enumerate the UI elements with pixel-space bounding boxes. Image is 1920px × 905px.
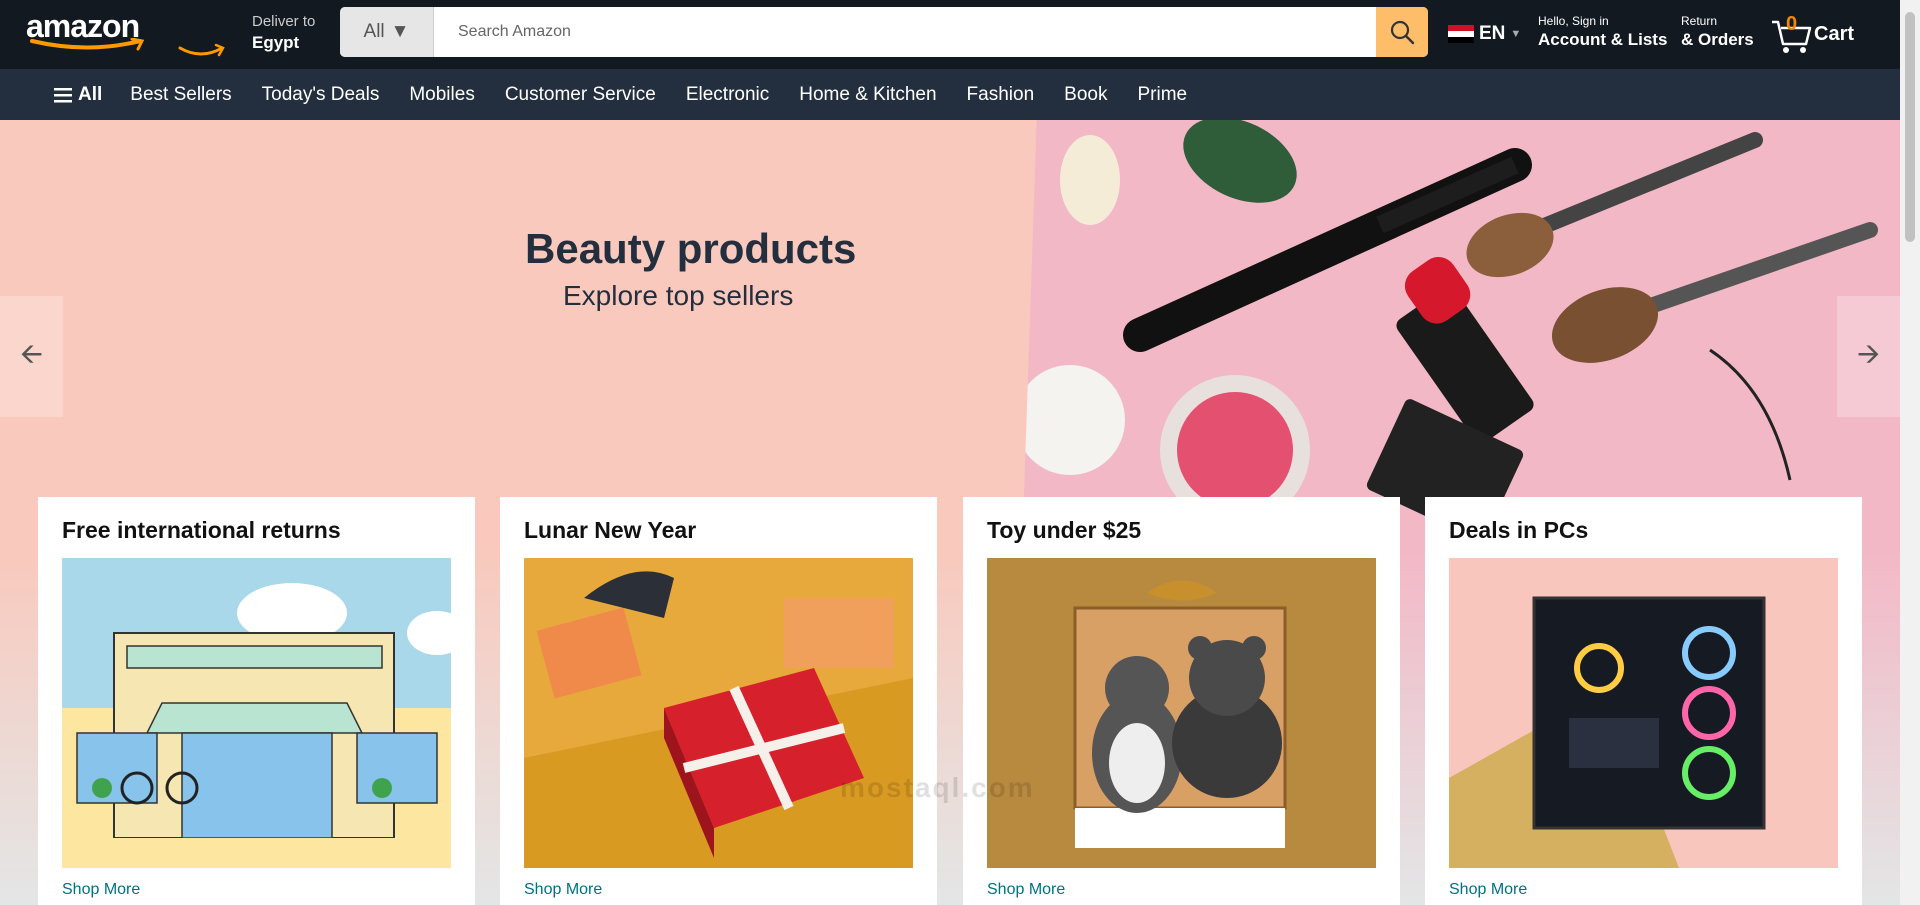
caret-down-icon: ▼ (390, 21, 410, 42)
hamburger-icon (54, 87, 72, 102)
search-bar: All ▼ (340, 7, 1428, 57)
card-title: Free international returns (62, 517, 341, 543)
storefront-image[interactable] (62, 558, 451, 868)
card-title: Deals in PCs (1449, 517, 1589, 543)
shop-more-link[interactable]: Shop More (1449, 881, 1527, 899)
card-deals-pcs: Deals in PCs Shop More (1425, 497, 1862, 905)
cart-count: 0 (1786, 13, 1798, 35)
shop-more-link[interactable]: Shop More (987, 881, 1065, 899)
shop-more-link[interactable]: Shop More (524, 881, 602, 899)
search-input[interactable] (434, 7, 1368, 57)
orders-label: & Orders (1681, 30, 1754, 49)
nav-electronic[interactable]: Electronic (686, 84, 769, 106)
nav-mobiles[interactable]: Mobiles (409, 84, 474, 106)
hero-subtitle: Explore top sellers (563, 280, 794, 311)
top-nav: amazon Deliver to Egypt All ▼ EN (0, 0, 1920, 69)
search-button[interactable] (1376, 7, 1428, 57)
gaming-pc-illustration (1449, 558, 1838, 868)
card-lunar-new-year: Lunar New Year Shop More (500, 497, 937, 905)
cosmetics-illustration (1015, 120, 1878, 541)
search-category-select[interactable]: All ▼ (340, 7, 434, 57)
page-scrollbar[interactable] (1900, 0, 1920, 905)
nav-book[interactable]: Book (1064, 84, 1107, 106)
storefront-illustration (62, 558, 451, 868)
nav-customer-service[interactable]: Customer Service (505, 84, 656, 106)
sub-nav: All Best Sellers Today's Deals Mobiles C… (0, 69, 1920, 120)
account-lists[interactable]: Hello, Sign in Account & Lists (1538, 14, 1667, 50)
cart-button[interactable]: 0 Cart (1770, 10, 1860, 56)
arrow-right-icon: 🡪 (1857, 337, 1880, 369)
card-title: Lunar New Year (524, 517, 697, 543)
scrollbar-thumb[interactable] (1905, 12, 1915, 242)
smile-arrow-icon (30, 38, 145, 51)
search-category-label: All (363, 21, 385, 42)
language-selector[interactable]: EN ▼ (1448, 20, 1521, 48)
lunar-new-year-image[interactable] (524, 558, 913, 868)
carousel-next-button[interactable]: 🡪 (1837, 296, 1900, 417)
nav-fashion[interactable]: Fashion (967, 84, 1035, 106)
language-label: EN (1479, 23, 1506, 44)
nav-home-kitchen[interactable]: Home & Kitchen (799, 84, 936, 106)
hero-title: Beauty products (525, 225, 857, 272)
plush-toys-illustration (987, 558, 1376, 868)
deliver-label: Deliver to (252, 13, 316, 30)
toy-image[interactable] (987, 558, 1376, 868)
card-title: Toy under $25 (987, 517, 1142, 543)
caret-down-icon: ▼ (1510, 28, 1522, 40)
card-toy-under-25: Toy under $25 Shop More (963, 497, 1400, 905)
watermark: mostaql.com (840, 772, 1035, 803)
card-free-returns: Free international returns Shop More (38, 497, 475, 905)
deliver-location: Egypt (252, 33, 300, 52)
returns-orders[interactable]: Return & Orders (1681, 14, 1754, 50)
nav-prime[interactable]: Prime (1137, 84, 1187, 106)
amazon-logo[interactable]: amazon (26, 8, 156, 56)
search-icon (1390, 20, 1415, 45)
all-menu-label: All (78, 83, 103, 105)
account-greeting: Hello, Sign in (1538, 14, 1609, 28)
cart-label: Cart (1814, 23, 1855, 45)
gift-illustration (524, 558, 913, 868)
arrow-left-icon: 🡨 (20, 337, 43, 369)
nav-best-sellers[interactable]: Best Sellers (130, 84, 231, 106)
location-icon (178, 43, 225, 57)
shop-more-link[interactable]: Shop More (62, 881, 140, 899)
nav-todays-deals[interactable]: Today's Deals (262, 84, 380, 106)
returns-label: Return (1681, 14, 1718, 28)
pc-image[interactable] (1449, 558, 1838, 868)
all-menu-button[interactable]: All (54, 84, 102, 106)
account-label: Account & Lists (1538, 30, 1668, 49)
carousel-prev-button[interactable]: 🡨 (0, 296, 63, 417)
deliver-to[interactable]: Deliver to Egypt (176, 13, 315, 58)
egypt-flag-icon (1448, 25, 1474, 43)
